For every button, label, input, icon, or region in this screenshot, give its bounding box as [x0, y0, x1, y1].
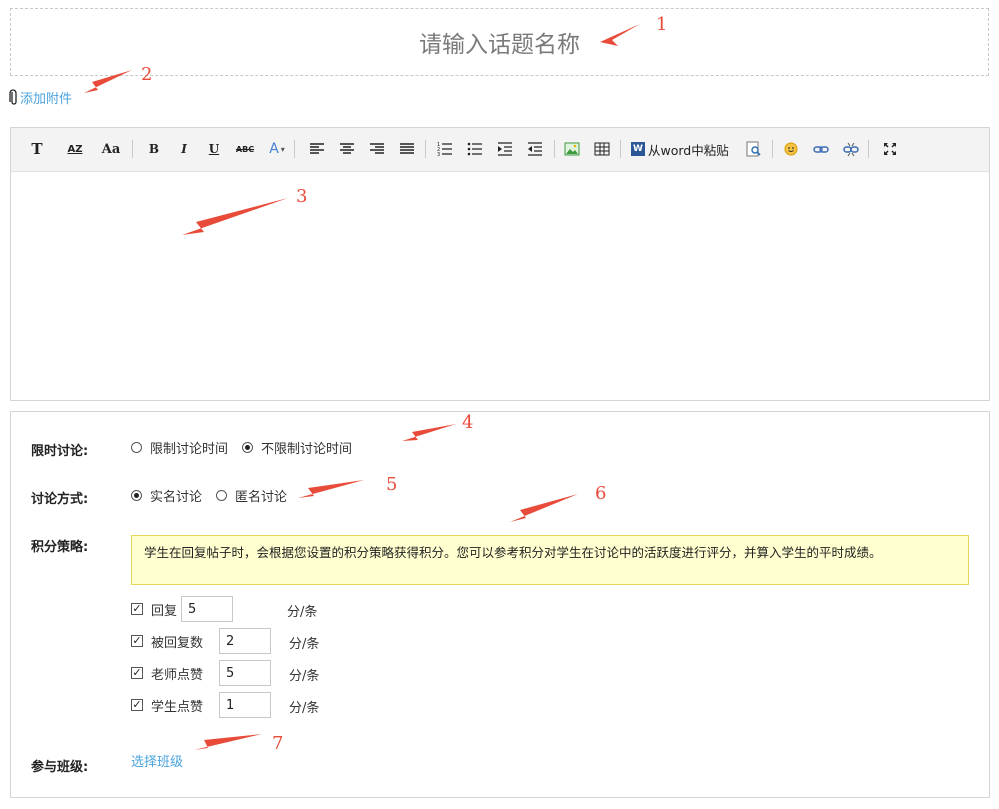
radio-no-time-limit-label[interactable]: 不限制讨论时间	[261, 438, 352, 457]
emoji-icon[interactable]	[779, 137, 803, 161]
annotation-number-6: 6	[595, 483, 607, 504]
paperclip-icon	[9, 88, 17, 105]
score-rule-student-like: ✓ 学生点赞	[131, 692, 271, 718]
unlink-icon[interactable]	[839, 137, 863, 161]
sort-button[interactable]: AZ	[63, 137, 87, 161]
score-rule-teacher-like: ✓ 老师点赞	[131, 660, 271, 686]
unordered-list-icon[interactable]	[463, 137, 487, 161]
italic-button[interactable]: I	[172, 137, 196, 161]
annotation-number-7: 7	[272, 733, 284, 754]
radio-anonymous[interactable]	[216, 490, 228, 501]
ordered-list-icon[interactable]: 123	[433, 137, 457, 161]
underline-button[interactable]: U	[202, 137, 226, 161]
score-rule-teacher-like-label: 老师点赞	[151, 667, 204, 683]
time-limit-options: 限制讨论时间 不限制讨论时间	[131, 438, 366, 457]
align-center-icon[interactable]	[335, 137, 359, 161]
font-color-label: A	[269, 141, 279, 157]
toolbar-separator	[425, 140, 426, 158]
annotation-number-4: 4	[462, 412, 474, 433]
radio-anonymous-label[interactable]: 匿名讨论	[235, 486, 287, 505]
paste-from-word-button[interactable]: W 从word中粘贴	[631, 137, 729, 161]
paste-from-word-label: 从word中粘贴	[648, 142, 729, 158]
choose-class-link[interactable]: 选择班级	[131, 751, 183, 770]
bold-button[interactable]: B	[142, 137, 166, 161]
annotation-number-3: 3	[296, 186, 308, 207]
table-icon[interactable]	[590, 137, 614, 161]
indent-icon[interactable]	[493, 137, 517, 161]
outdent-icon[interactable]	[523, 137, 547, 161]
score-reply-input[interactable]	[181, 596, 233, 622]
checkbox-reply[interactable]: ✓	[131, 603, 143, 615]
toolbar-separator	[132, 140, 133, 158]
score-replied-unit: 分/条	[289, 637, 320, 652]
score-reply-unit: 分/条	[287, 605, 318, 620]
radio-real-name[interactable]	[131, 490, 142, 501]
radio-limit-time-label[interactable]: 限制讨论时间	[150, 438, 228, 457]
preview-icon[interactable]	[742, 137, 766, 161]
editor-content-area[interactable]	[11, 172, 989, 400]
strikethrough-button[interactable]: ABC	[233, 137, 257, 161]
topic-title-placeholder: 请输入话题名称	[419, 32, 580, 58]
checkbox-replied[interactable]: ✓	[131, 635, 143, 647]
word-icon: W	[631, 142, 645, 156]
score-replied-input[interactable]	[219, 628, 271, 654]
toolbar-separator	[620, 140, 621, 158]
align-justify-icon[interactable]	[395, 137, 419, 161]
fullscreen-icon[interactable]	[878, 137, 902, 161]
score-rule-student-like-label: 学生点赞	[151, 699, 204, 715]
score-student-like-unit: 分/条	[289, 701, 320, 716]
radio-limit-time[interactable]	[131, 442, 142, 453]
score-student-like-input[interactable]	[219, 692, 271, 718]
score-rule-reply: ✓ 回复	[131, 596, 233, 622]
discussion-mode-label: 讨论方式:	[31, 492, 89, 507]
annotation-number-1: 1	[656, 14, 668, 35]
align-left-icon[interactable]	[305, 137, 329, 161]
score-strategy-label: 积分策略:	[31, 540, 89, 555]
svg-text:3: 3	[437, 152, 440, 158]
link-icon[interactable]	[809, 137, 833, 161]
settings-panel: 限时讨论: 限制讨论时间 不限制讨论时间 讨论方式: 实名讨论 匿名讨论 积分策…	[10, 411, 990, 798]
score-rule-replied: ✓ 被回复数	[131, 628, 271, 654]
editor-toolbar: T AZ Aa B I U ABC A ▾ 123 W 从word中粘贴	[11, 128, 989, 172]
rich-text-editor: T AZ Aa B I U ABC A ▾ 123 W 从word中粘贴	[10, 127, 990, 401]
annotation-number-5: 5	[386, 474, 398, 495]
font-family-button[interactable]: Aa	[99, 137, 123, 161]
score-notice: 学生在回复帖子时，会根据您设置的积分策略获得积分。您可以参考积分对学生在讨论中的…	[131, 535, 969, 585]
toolbar-separator	[772, 140, 773, 158]
score-rule-reply-label: 回复	[151, 603, 178, 619]
font-color-button[interactable]: A ▾	[265, 137, 289, 161]
radio-no-time-limit[interactable]	[242, 442, 254, 453]
image-icon[interactable]	[560, 137, 584, 161]
checkbox-teacher-like[interactable]: ✓	[131, 667, 143, 679]
chevron-down-icon: ▾	[280, 144, 285, 154]
align-right-icon[interactable]	[365, 137, 389, 161]
checkbox-student-like[interactable]: ✓	[131, 699, 143, 711]
discussion-mode-options: 实名讨论 匿名讨论	[131, 486, 301, 505]
score-rule-replied-label: 被回复数	[151, 635, 204, 651]
toolbar-separator	[868, 140, 869, 158]
radio-real-name-label[interactable]: 实名讨论	[150, 486, 202, 505]
font-size-button[interactable]: T	[25, 137, 49, 161]
add-attachment-link[interactable]: 添加附件	[20, 88, 72, 107]
annotation-number-2: 2	[141, 64, 153, 85]
time-limit-label: 限时讨论:	[31, 444, 89, 459]
score-teacher-like-unit: 分/条	[289, 669, 320, 684]
topic-title-input[interactable]: 请输入话题名称	[10, 8, 989, 76]
participating-class-label: 参与班级:	[31, 760, 89, 775]
add-attachment[interactable]: 添加附件	[8, 88, 72, 107]
toolbar-separator	[554, 140, 555, 158]
score-teacher-like-input[interactable]	[219, 660, 271, 686]
toolbar-separator	[294, 140, 295, 158]
